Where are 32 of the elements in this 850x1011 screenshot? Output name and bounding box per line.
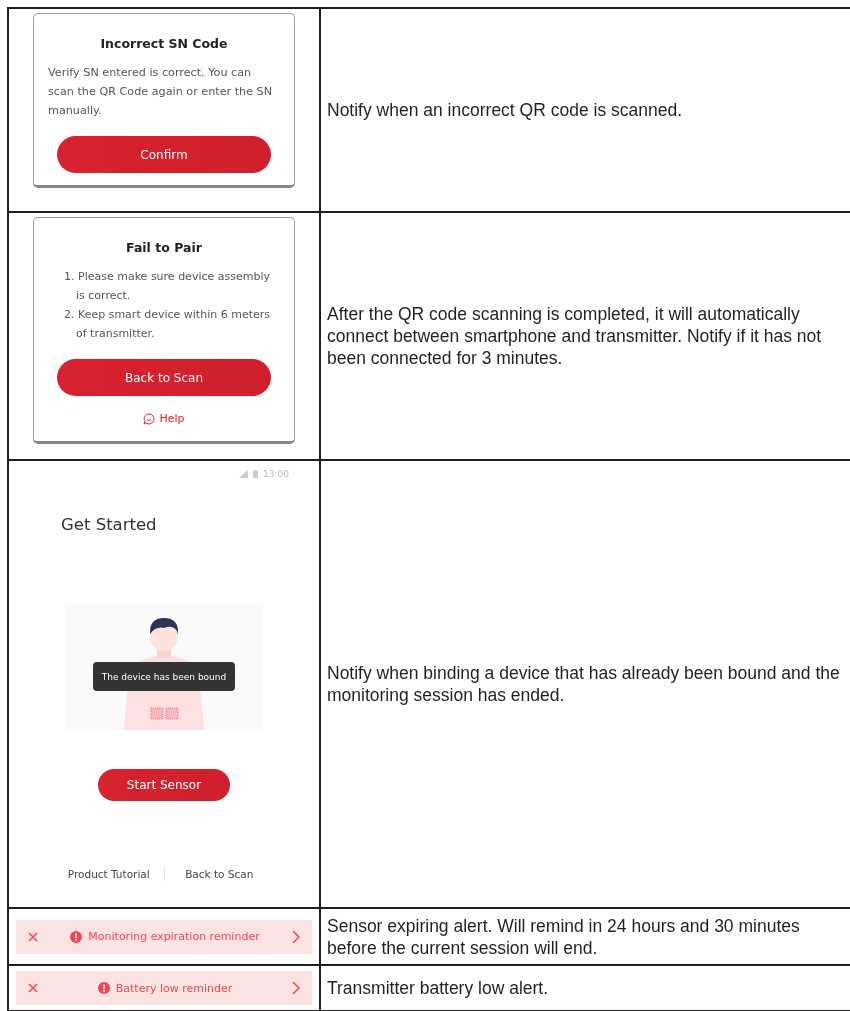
battery-icon	[253, 470, 259, 478]
row-description: After the QR code scanning is completed, it will automatically connect between smartphone and transmitter. Notify if it has not been connected for 3 minutes.	[326, 303, 823, 369]
chat-bubble-icon	[143, 412, 156, 425]
chevron-right-icon[interactable]	[292, 929, 300, 944]
signal-icon	[239, 470, 249, 478]
dialog-step: 2. Keep smart device within 6 meters of transmitter.	[48, 305, 280, 343]
start-button[interactable]: Start Sensor	[98, 769, 230, 801]
dialog-title: Fail to Pair	[126, 240, 202, 255]
help-link[interactable]: Help	[143, 412, 185, 425]
row-description: Notify when an incorrect QR code is scanned.	[326, 99, 684, 121]
banner-message: Monitoring expiration reminder	[88, 930, 260, 943]
screen-title: Get Started	[61, 515, 157, 534]
footer-link[interactable]: Back to Scan	[164, 868, 274, 880]
alert-icon	[97, 982, 110, 994]
primary-button[interactable]: Confirm	[57, 136, 271, 173]
row-description: Sensor expiring alert. Will remind in 24 hours and 30 minutes before the current session will end.	[326, 914, 801, 959]
chevron-right-icon[interactable]	[292, 981, 300, 995]
banner-message: Battery low reminder	[115, 981, 233, 995]
footer-link[interactable]: Product Tutorial	[54, 868, 164, 880]
alert-banner[interactable]: Monitoring expiration reminder	[16, 919, 312, 954]
row-description: Transmitter battery low alert.	[326, 977, 550, 999]
dialog-message: Verify SN entered is correct. You can scan the QR Code again or enter the SN manually.	[48, 65, 274, 119]
dialog-title: Incorrect SN Code	[100, 36, 228, 51]
status-time: 13:00	[263, 469, 289, 479]
toast-message: The device has been bound	[93, 662, 235, 691]
close-icon[interactable]	[28, 983, 38, 993]
alert-icon	[70, 930, 83, 943]
alert-banner[interactable]: Battery low reminder	[16, 971, 312, 1005]
primary-button[interactable]: Back to Scan	[57, 359, 271, 396]
close-icon[interactable]	[28, 931, 38, 942]
row-description: Notify when binding a device that has already been bound and the monitoring session has ended.	[326, 662, 841, 706]
dialog-step: 1. Please make sure device assembly is correct.	[48, 267, 280, 305]
